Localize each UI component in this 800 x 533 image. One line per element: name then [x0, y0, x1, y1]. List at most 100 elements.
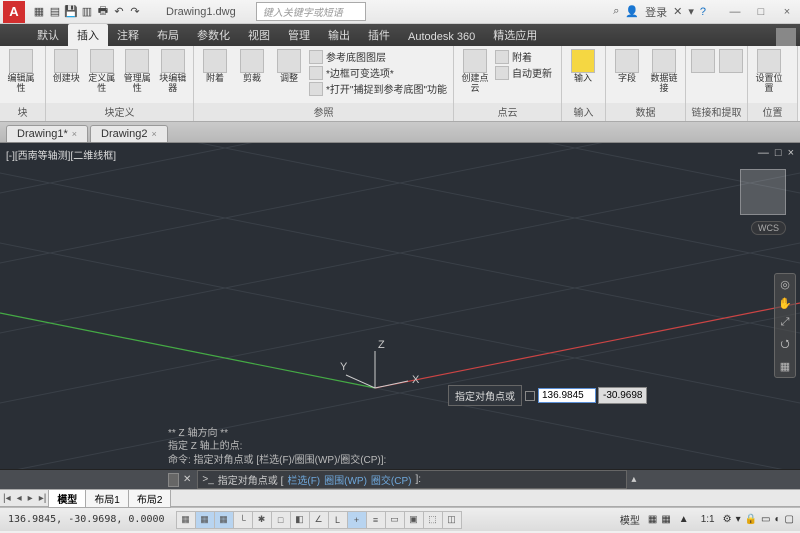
- sb-3dsnap-icon[interactable]: ◧: [290, 511, 310, 529]
- sb-annoscale[interactable]: ▲: [675, 514, 693, 525]
- manage-attr-button[interactable]: 管理属性: [121, 49, 154, 94]
- ribbon-tab[interactable]: 参数化: [188, 24, 239, 46]
- datalink-button[interactable]: 数据链接: [647, 49, 681, 94]
- nav-showmotion-icon[interactable]: ▦: [780, 360, 790, 373]
- minimize-button[interactable]: —: [726, 6, 744, 18]
- signin-label[interactable]: 登录: [645, 4, 667, 20]
- cmdline-option[interactable]: 圈围(WP): [324, 472, 367, 487]
- ribbon-tab[interactable]: 插入: [68, 24, 108, 46]
- view-cube[interactable]: [740, 169, 786, 215]
- adjust-button[interactable]: 调整: [272, 49, 306, 84]
- sb-workspace-icon[interactable]: ▾: [736, 514, 741, 525]
- sb-ducs-icon[interactable]: L: [328, 511, 348, 529]
- pc-autoupdate-button[interactable]: 自动更新: [495, 65, 552, 80]
- cmdline-close-icon[interactable]: ✕: [183, 474, 191, 485]
- sb-ortho-icon[interactable]: └: [233, 511, 253, 529]
- sb-lock-icon[interactable]: 🔒: [745, 514, 757, 525]
- sb-qp-icon[interactable]: ▣: [404, 511, 424, 529]
- sb-sc-icon[interactable]: ⬚: [423, 511, 443, 529]
- ribbon-tab[interactable]: 插件: [359, 24, 399, 46]
- drawing-viewport[interactable]: X Y Z [-][西南等轴测][二维线框] — □ × WCS ◎ ✋ ⤢ ⭯…: [0, 143, 800, 469]
- sb-osnap-icon[interactable]: □: [271, 511, 291, 529]
- dyn-x-input[interactable]: [538, 388, 596, 403]
- qat-save-icon[interactable]: 💾: [64, 5, 78, 19]
- dyn-options-icon[interactable]: [525, 391, 535, 401]
- exchange-icon[interactable]: ✕: [673, 5, 682, 18]
- layout-last-icon[interactable]: ▸|: [36, 493, 50, 504]
- info-center-icon[interactable]: ⌕: [613, 5, 619, 18]
- qat-redo-icon[interactable]: ↷: [128, 5, 142, 19]
- maximize-button[interactable]: □: [752, 6, 770, 18]
- create-pointcloud-button[interactable]: 创建点云: [458, 49, 492, 94]
- vp-minimize-icon[interactable]: —: [758, 147, 769, 159]
- sb-grid2-icon[interactable]: ▦: [648, 514, 657, 525]
- ribbon-expand-button[interactable]: [776, 28, 796, 46]
- sb-grid-icon[interactable]: ▦: [214, 511, 234, 529]
- ribbon-tab[interactable]: 注释: [108, 24, 148, 46]
- link-button[interactable]: [690, 49, 715, 73]
- wcs-label[interactable]: WCS: [751, 221, 786, 235]
- ribbon-tab[interactable]: 精选应用: [484, 24, 546, 46]
- nav-wheel-icon[interactable]: ◎: [780, 278, 790, 291]
- doc-tab[interactable]: Drawing1*×: [6, 125, 88, 142]
- layout-tab-model[interactable]: 模型: [48, 489, 86, 508]
- import-button[interactable]: 输入: [566, 49, 600, 84]
- doc-tab[interactable]: Drawing2×: [90, 125, 168, 142]
- ribbon-tab[interactable]: Autodesk 360: [399, 28, 484, 46]
- coordinates-display[interactable]: 136.9845, -30.9698, 0.0000: [0, 514, 173, 525]
- help-icon[interactable]: ?: [700, 6, 706, 18]
- sb-snap-icon[interactable]: ▦: [195, 511, 215, 529]
- sb-hardware-icon[interactable]: ▭: [761, 514, 770, 525]
- app-logo[interactable]: A: [3, 1, 25, 23]
- sb-lwt-icon[interactable]: ≡: [366, 511, 386, 529]
- cmdline-option[interactable]: 栏选(F): [287, 472, 320, 487]
- ribbon-tab[interactable]: 输出: [319, 24, 359, 46]
- vp-maximize-icon[interactable]: □: [775, 147, 782, 159]
- underlay-layers-button[interactable]: 参考底图图层: [309, 49, 447, 64]
- command-line[interactable]: ✕ >_ 指定对角点或 [ 栏选(F) 圈围(WP) 圈交(CP) ]: ▴: [0, 469, 800, 489]
- nav-orbit-icon[interactable]: ⭯: [780, 335, 789, 354]
- nav-zoom-icon[interactable]: ⤢: [781, 316, 790, 329]
- sb-tpy-icon[interactable]: ▭: [385, 511, 405, 529]
- sb-gear-icon[interactable]: ⚙: [723, 514, 732, 525]
- pc-attach-button[interactable]: 附着: [495, 49, 552, 64]
- dropdown-icon[interactable]: ▾: [688, 5, 694, 18]
- layout-tab[interactable]: 布局1: [85, 489, 129, 508]
- qat-open-icon[interactable]: ▤: [48, 5, 62, 19]
- ribbon-tab[interactable]: 管理: [279, 24, 319, 46]
- sb-clean-icon[interactable]: ▢: [785, 514, 794, 525]
- layout-tab[interactable]: 布局2: [128, 489, 172, 508]
- ribbon-tab[interactable]: 默认: [28, 24, 68, 46]
- sb-am-icon[interactable]: ◫: [442, 511, 462, 529]
- qat-saveas-icon[interactable]: ▥: [80, 5, 94, 19]
- ribbon-tab[interactable]: 视图: [239, 24, 279, 46]
- attach-button[interactable]: 附着: [198, 49, 232, 84]
- layout-first-icon[interactable]: |◂: [0, 493, 14, 504]
- clip-button[interactable]: 剪裁: [235, 49, 269, 84]
- qat-undo-icon[interactable]: ↶: [112, 5, 126, 19]
- close-icon[interactable]: ×: [151, 129, 156, 139]
- sb-polar-icon[interactable]: ✱: [252, 511, 272, 529]
- signin-icon[interactable]: 👤: [625, 5, 639, 18]
- create-block-button[interactable]: 创建块: [50, 49, 83, 84]
- field-button[interactable]: 字段: [610, 49, 644, 84]
- nav-pan-icon[interactable]: ✋: [778, 297, 792, 310]
- vp-close-icon[interactable]: ×: [788, 147, 794, 159]
- sb-isolate-icon[interactable]: ◐: [775, 514, 781, 525]
- layout-prev-icon[interactable]: ◂: [14, 493, 25, 504]
- qat-plot-icon[interactable]: 🖶: [96, 5, 110, 19]
- sb-otrack-icon[interactable]: ∠: [309, 511, 329, 529]
- cmdline-option[interactable]: 圈交(CP): [371, 472, 412, 487]
- sb-model-button[interactable]: 模型: [616, 512, 644, 527]
- search-input[interactable]: 键入关键字或短语: [256, 2, 366, 21]
- set-location-button[interactable]: 设置位置: [752, 49, 786, 94]
- cmdline-expand-icon[interactable]: ▴: [631, 474, 636, 485]
- extract-button[interactable]: [718, 49, 743, 73]
- frames-button[interactable]: *边框可变选项*: [309, 65, 447, 80]
- edit-attribute-button[interactable]: 编辑属性: [4, 49, 38, 94]
- block-editor-button[interactable]: 块编辑器: [157, 49, 190, 94]
- sb-dyn-icon[interactable]: +: [347, 511, 367, 529]
- sb-scale-button[interactable]: 1:1: [697, 514, 719, 525]
- close-icon[interactable]: ×: [72, 129, 77, 139]
- close-button[interactable]: ×: [778, 6, 796, 18]
